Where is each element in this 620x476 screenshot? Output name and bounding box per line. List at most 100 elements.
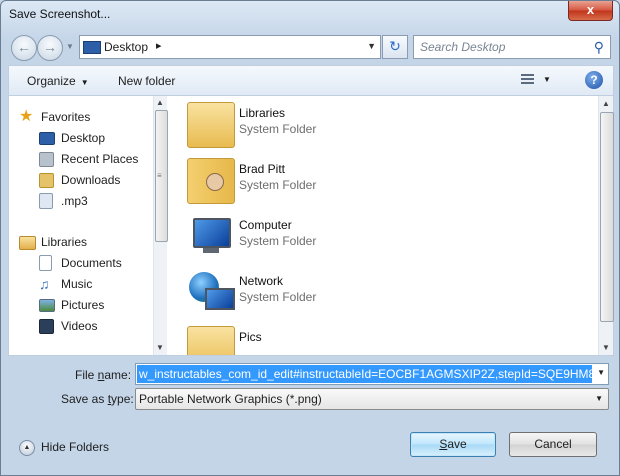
save-label: ave: [447, 437, 467, 451]
file-type: System Folder: [239, 178, 317, 192]
downloads-icon: [39, 173, 54, 188]
file-name: Pics: [239, 330, 262, 344]
label-text: Save as: [61, 392, 108, 406]
label-text: ype:: [111, 392, 134, 406]
monitor-screen-icon: [193, 218, 231, 248]
browser-content: ★ Favorites Desktop Recent Places Downlo…: [8, 95, 614, 356]
file-item-pics[interactable]: Pics: [187, 324, 487, 355]
recent-locations-dropdown[interactable]: ▼: [66, 42, 74, 51]
sidebar-item-label: Videos: [61, 319, 98, 333]
search-icon[interactable]: ⚲: [594, 39, 604, 56]
help-icon[interactable]: ?: [585, 71, 603, 89]
refresh-icon: ↻: [389, 38, 401, 54]
file-item-network[interactable]: Network System Folder: [187, 268, 487, 316]
file-name-label: File name:: [75, 368, 131, 382]
file-name: Brad Pitt: [239, 162, 286, 176]
address-bar[interactable]: Desktop ▸ ▼: [79, 35, 381, 59]
audio-file-icon: [39, 193, 53, 209]
music-icon: ♫: [39, 276, 50, 292]
file-type: System Folder: [239, 234, 317, 248]
videos-icon: [39, 319, 54, 334]
documents-icon: [39, 255, 52, 271]
back-arrow-icon: ←: [17, 39, 31, 55]
scroll-down-icon[interactable]: ▼: [602, 343, 610, 352]
organize-label: Organize: [27, 74, 76, 88]
scroll-down-icon[interactable]: ▼: [156, 343, 164, 352]
title-bar[interactable]: Save Screenshot... x: [1, 1, 619, 29]
label-text: ame:: [104, 368, 132, 382]
scrollbar-grip-icon: ≡: [157, 171, 162, 180]
file-name: Libraries: [239, 106, 286, 120]
save-as-type-value: Portable Network Graphics (*.png): [139, 392, 322, 406]
favorites-header: Favorites: [41, 110, 91, 124]
user-avatar-icon: [206, 173, 224, 191]
sidebar-item-label: Pictures: [61, 298, 105, 312]
libraries-folder-icon: [187, 102, 235, 148]
selected-text-highlight: w_instructables_com_id_edit#instructable…: [137, 365, 592, 383]
folder-icon: [187, 326, 235, 355]
sidebar-item-label: Desktop: [61, 131, 106, 145]
file-item-computer[interactable]: Computer System Folder: [187, 212, 487, 260]
forward-arrow-icon: →: [43, 39, 57, 55]
chevron-down-icon[interactable]: ▼: [595, 394, 603, 403]
save-as-type-label: Save as type:: [61, 392, 134, 406]
sidebar-item-label: Downloads: [61, 173, 121, 187]
save-as-type-select[interactable]: Portable Network Graphics (*.png) ▼: [135, 388, 609, 410]
network-icon: [187, 270, 235, 314]
file-type: System Folder: [239, 122, 317, 136]
label-text: File: [75, 368, 98, 382]
file-name-input[interactable]: w_instructables_com_id_edit#instructable…: [135, 363, 609, 385]
organize-button[interactable]: Organize ▼: [27, 74, 89, 88]
scroll-up-icon[interactable]: ▲: [156, 98, 164, 107]
file-item-brad-pitt[interactable]: Brad Pitt System Folder: [187, 156, 487, 204]
file-name: Computer: [239, 218, 292, 232]
file-list: Libraries System Folder Brad Pitt System…: [179, 96, 595, 355]
sidebar-item-label: Music: [61, 277, 93, 291]
save-dialog: Save Screenshot... x ← → ▼ Desktop ▸ ▼ ↻…: [0, 0, 620, 476]
file-name-value[interactable]: w_instructables_com_id_edit#instructable…: [137, 367, 592, 381]
save-button[interactable]: Save: [410, 432, 496, 457]
navigation-pane-scrollbar[interactable]: ▲ ≡ ▼: [153, 96, 168, 355]
monitor-screen-icon: [205, 288, 235, 310]
computer-icon: [187, 214, 233, 258]
hide-folders-label: Hide Folders: [41, 440, 110, 454]
search-box[interactable]: Search Desktop ⚲: [413, 35, 611, 59]
collapse-arrow-icon: ▲: [19, 440, 35, 456]
sidebar-item-label: .mp3: [61, 194, 88, 208]
chevron-down-icon: ▼: [80, 78, 89, 87]
toolbar: Organize ▼ New folder ▼ ?: [8, 65, 614, 96]
sidebar-item-label: Recent Places: [61, 152, 139, 166]
window-title: Save Screenshot...: [9, 7, 111, 21]
scrollbar-thumb[interactable]: [600, 112, 614, 322]
cancel-button[interactable]: Cancel: [509, 432, 597, 457]
desktop-icon: [39, 132, 55, 145]
view-options-dropdown-icon[interactable]: ▼: [543, 75, 551, 84]
star-icon: ★: [19, 108, 34, 125]
monitor-stand-icon: [203, 248, 219, 253]
back-button[interactable]: ←: [11, 35, 37, 61]
change-view-icon[interactable]: [521, 74, 534, 86]
pictures-icon: [39, 299, 55, 312]
file-item-libraries[interactable]: Libraries System Folder: [187, 100, 487, 148]
address-dropdown-icon[interactable]: ▼: [367, 41, 376, 51]
close-button[interactable]: x: [568, 1, 613, 21]
libraries-icon: [19, 236, 36, 250]
file-type: System Folder: [239, 290, 317, 304]
user-folder-icon: [187, 158, 235, 204]
file-name: Network: [239, 274, 284, 288]
file-list-scrollbar[interactable]: ▲ ▼: [598, 96, 614, 355]
libraries-header: Libraries: [41, 235, 88, 249]
file-name-dropdown-icon[interactable]: ▼: [597, 368, 605, 377]
desktop-icon: [83, 41, 101, 54]
forward-button[interactable]: →: [37, 35, 63, 61]
new-folder-button[interactable]: New folder: [118, 74, 175, 88]
navigation-bar: ← → ▼ Desktop ▸ ▼ ↻ Search Desktop ⚲: [1, 31, 619, 61]
address-separator-chevron-icon[interactable]: ▸: [156, 39, 162, 52]
scroll-up-icon[interactable]: ▲: [602, 99, 610, 108]
sidebar-item-label: Documents: [61, 256, 122, 270]
recent-places-icon: [39, 152, 54, 167]
navigation-pane: ★ Favorites Desktop Recent Places Downlo…: [9, 96, 153, 355]
search-placeholder[interactable]: Search Desktop: [420, 40, 505, 54]
refresh-button[interactable]: ↻: [382, 35, 408, 59]
address-location[interactable]: Desktop: [104, 40, 148, 54]
